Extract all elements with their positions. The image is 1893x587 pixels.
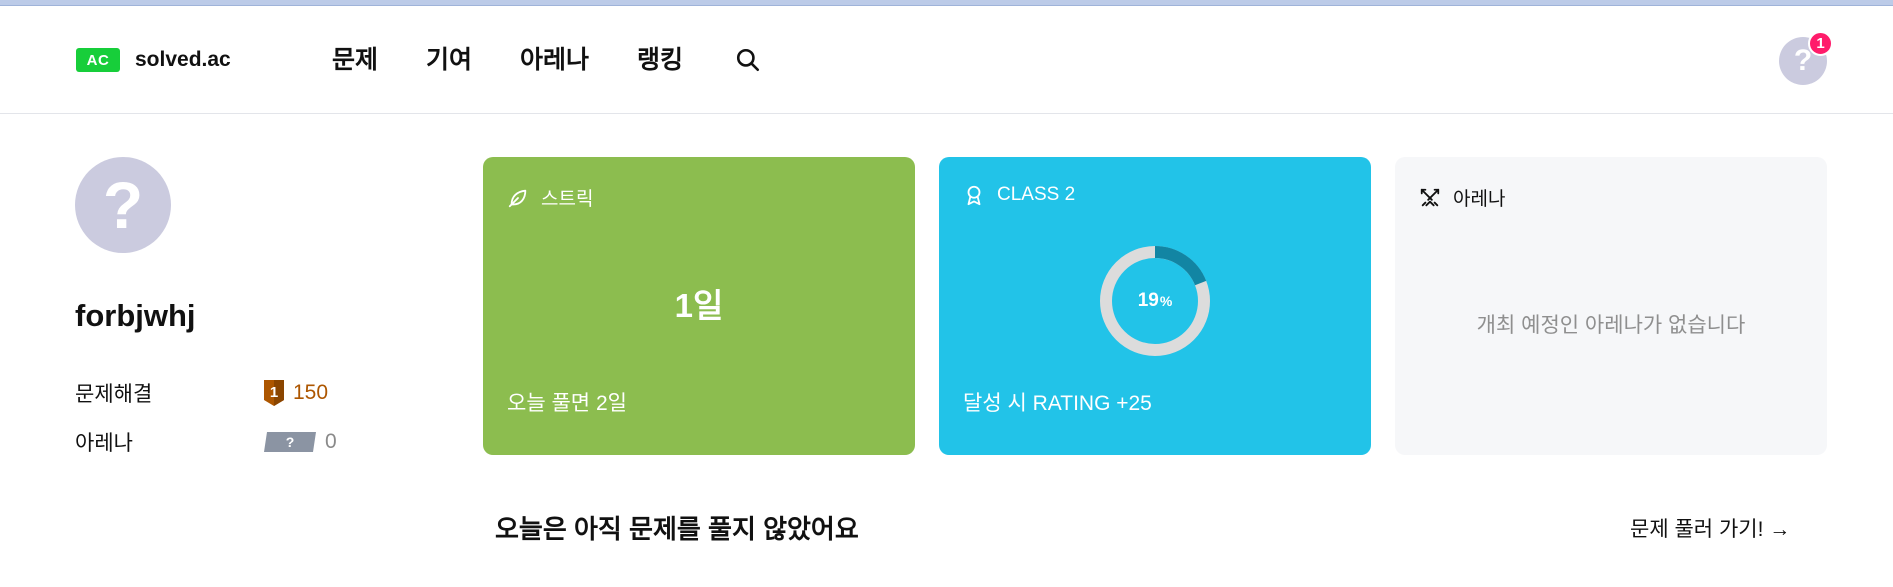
arena-card[interactable]: 아레나 개최 예정인 아레나가 없습니다 bbox=[1395, 157, 1827, 455]
search-icon[interactable] bbox=[735, 47, 761, 73]
logo-text: solved.ac bbox=[135, 48, 231, 71]
stat-label-arena: 아레나 bbox=[75, 432, 133, 455]
nav-arena[interactable]: 아레나 bbox=[520, 44, 589, 76]
nav-ranking[interactable]: 랭킹 bbox=[637, 44, 683, 76]
top-nav-bar: AC solved.ac 문제 기여 아레나 랭킹 ? 1 bbox=[0, 6, 1893, 114]
arena-card-header: 아레나 bbox=[1419, 184, 1505, 211]
stat-label-solved: 문제해결 bbox=[75, 383, 153, 406]
class-progress-value: 19 bbox=[1137, 290, 1159, 311]
class-progress-unit: % bbox=[1159, 293, 1173, 309]
swords-icon bbox=[1420, 188, 1440, 206]
stat-row-arena: 아레나 ? 0 bbox=[75, 427, 337, 457]
arena-tier-icon[interactable]: ? bbox=[263, 431, 317, 453]
profile-username: forbjwhj bbox=[75, 298, 196, 333]
main-nav: 문제 기여 아레나 랭킹 bbox=[332, 44, 761, 76]
today-status-message: 오늘은 아직 문제를 풀지 않았어요 bbox=[495, 514, 859, 544]
streak-card-title: 스트릭 bbox=[541, 189, 594, 210]
streak-days: 1일 bbox=[674, 287, 724, 324]
arena-empty-message: 개최 예정인 아레나가 없습니다 bbox=[1476, 314, 1746, 337]
streak-footer: 오늘 풀면 2일 bbox=[507, 392, 627, 415]
bronze-tier-icon[interactable]: 1 bbox=[263, 379, 285, 407]
arena-card-title: 아레나 bbox=[1453, 189, 1506, 210]
go-solve-link[interactable]: 문제 풀러 가기! → bbox=[1630, 513, 1790, 543]
site-logo[interactable]: AC solved.ac bbox=[76, 48, 231, 72]
leaf-icon bbox=[508, 189, 527, 207]
stat-value-arena[interactable]: 0 bbox=[325, 430, 337, 454]
nav-contribute[interactable]: 기여 bbox=[426, 44, 472, 76]
tier-badge-text: 1 bbox=[270, 384, 278, 401]
class-card-header: CLASS 2 bbox=[963, 184, 1075, 206]
class-footer: 달성 시 RATING +25 bbox=[963, 392, 1152, 415]
class-card[interactable]: CLASS 2 19% 달성 시 RATING +25 bbox=[939, 157, 1371, 455]
stat-row-solved: 문제해결 1 150 bbox=[75, 378, 328, 408]
notification-badge[interactable]: 1 bbox=[1808, 31, 1833, 56]
logo-badge: AC bbox=[76, 48, 120, 72]
streak-card-header: 스트릭 bbox=[507, 184, 593, 211]
streak-card[interactable]: 스트릭 1일 오늘 풀면 2일 bbox=[483, 157, 915, 455]
badge-icon bbox=[967, 185, 981, 206]
class-progress-label: 19% bbox=[1099, 245, 1211, 357]
profile-avatar: ? bbox=[75, 157, 171, 253]
nav-problems[interactable]: 문제 bbox=[332, 44, 378, 76]
class-card-title: CLASS 2 bbox=[997, 184, 1076, 205]
arena-badge-text: ? bbox=[286, 434, 295, 450]
stat-value-solved[interactable]: 150 bbox=[293, 381, 328, 405]
